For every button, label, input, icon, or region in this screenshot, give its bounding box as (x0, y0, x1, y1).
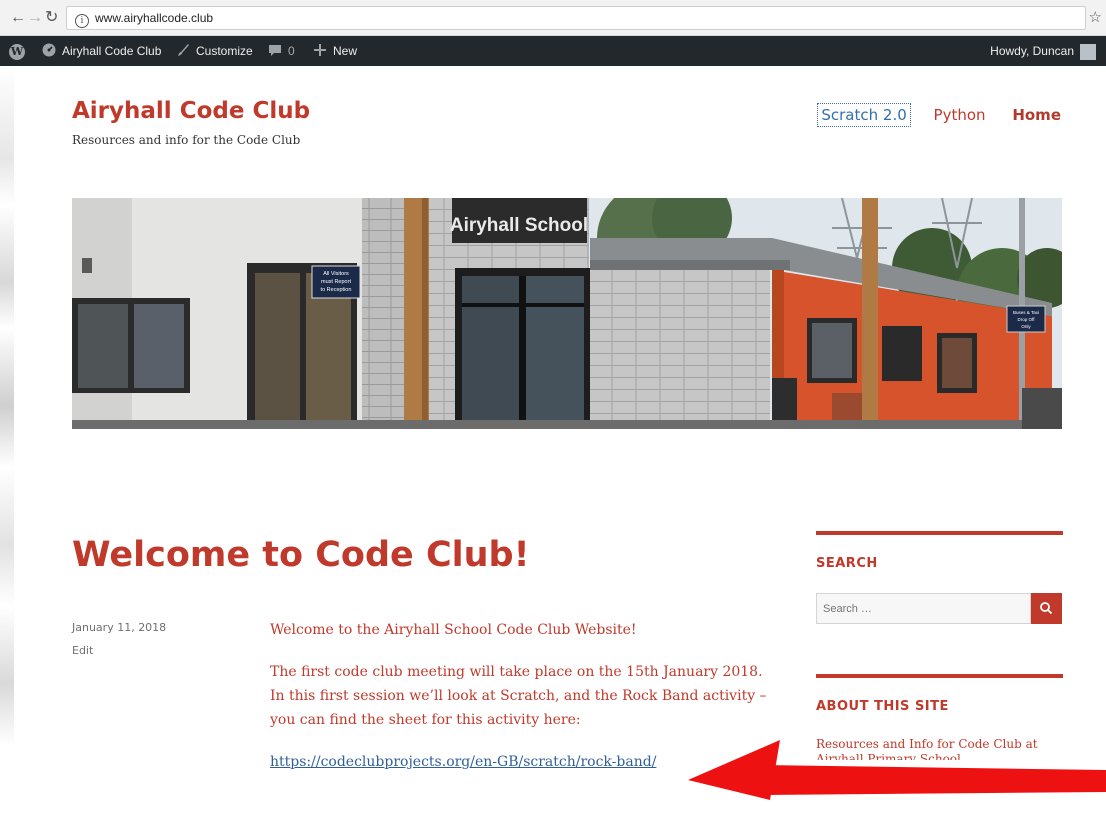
paintbrush-icon (178, 44, 189, 56)
browser-toolbar: ← → ↻ i www.airyhallcode.club ☆ (0, 0, 1106, 36)
reload-icon[interactable]: ↻ (45, 8, 58, 28)
nav-scratch[interactable]: Scratch 2.0 (817, 103, 911, 127)
search-icon (1040, 602, 1053, 615)
visitors-sign-line-1: All Visitors (323, 271, 349, 277)
post-paragraph-1: Welcome to the Airyhall School Code Club… (270, 622, 637, 638)
search-widget-divider (816, 531, 1063, 535)
about-widget-divider (816, 674, 1063, 678)
post-title[interactable]: Welcome to Code Club! (72, 535, 530, 575)
dropoff-sign-line-2: Drop Off (1018, 317, 1036, 322)
nav-home[interactable]: Home (1009, 104, 1064, 126)
plus-icon (314, 44, 326, 56)
admin-bar-site-link[interactable]: Airyhall Code Club (42, 36, 161, 66)
search-button[interactable] (1031, 593, 1062, 624)
dropoff-sign-line-1: Buses & Taxi (1013, 310, 1039, 315)
school-building-photo: All Visitors must Report to Reception Ai… (72, 198, 1062, 429)
visitors-sign-line-2: must Report (321, 279, 351, 285)
nav-python[interactable]: Python (931, 104, 989, 126)
info-icon[interactable]: i (75, 14, 89, 28)
admin-bar-new-label: New (333, 44, 358, 58)
admin-bar-customize[interactable]: Customize (176, 36, 253, 66)
url-text: www.airyhallcode.club (95, 11, 214, 25)
visitors-sign-line-3: to Reception (321, 287, 352, 293)
avatar (1080, 43, 1096, 60)
school-name-sign: Airyhall School (450, 215, 588, 236)
site-title[interactable]: Airyhall Code Club (72, 98, 310, 124)
background-window-edge (0, 66, 14, 838)
bookmark-star-icon[interactable]: ☆ (1089, 8, 1102, 26)
forward-icon[interactable]: → (27, 8, 43, 28)
rock-band-link[interactable]: https://codeclubprojects.org/en-GB/scrat… (270, 754, 656, 770)
comment-bubble-icon (269, 45, 281, 56)
post-content: Welcome to the Airyhall School Code Club… (270, 618, 770, 792)
admin-bar-site-name: Airyhall Code Club (62, 44, 162, 58)
search-input[interactable] (816, 593, 1031, 624)
dropoff-sign-line-3: Only (1021, 324, 1031, 329)
admin-bar-new[interactable]: New (313, 36, 357, 66)
about-widget-title: ABOUT THIS SITE (816, 699, 949, 714)
post-edit-link[interactable]: Edit (72, 644, 93, 657)
main-navigation: Scratch 2.0 Python Home (802, 103, 1064, 127)
site-description: Resources and info for the Code Club (72, 133, 301, 147)
post-paragraph-2: The first code club meeting will take pl… (270, 664, 767, 728)
admin-bar-greeting: Howdy, Duncan (990, 44, 1074, 58)
admin-bar-customize-label: Customize (196, 44, 253, 58)
post-date[interactable]: January 11, 2018 (72, 621, 166, 634)
search-widget-title: SEARCH (816, 556, 878, 571)
comments-count: 0 (288, 44, 295, 58)
admin-bar-comments[interactable]: 0 (268, 36, 295, 66)
wp-admin-bar: W Airyhall Code Club Customize 0 New How… (0, 36, 1106, 66)
header-image: All Visitors must Report to Reception Ai… (72, 198, 1062, 429)
address-bar[interactable]: i www.airyhallcode.club (66, 6, 1086, 30)
wordpress-logo-icon[interactable]: W (9, 36, 25, 66)
about-text: Resources and Info for Code Club at Airy… (816, 737, 1038, 760)
back-icon[interactable]: ← (10, 8, 26, 28)
admin-bar-account[interactable]: Howdy, Duncan (990, 36, 1096, 66)
dashboard-icon (42, 43, 56, 57)
